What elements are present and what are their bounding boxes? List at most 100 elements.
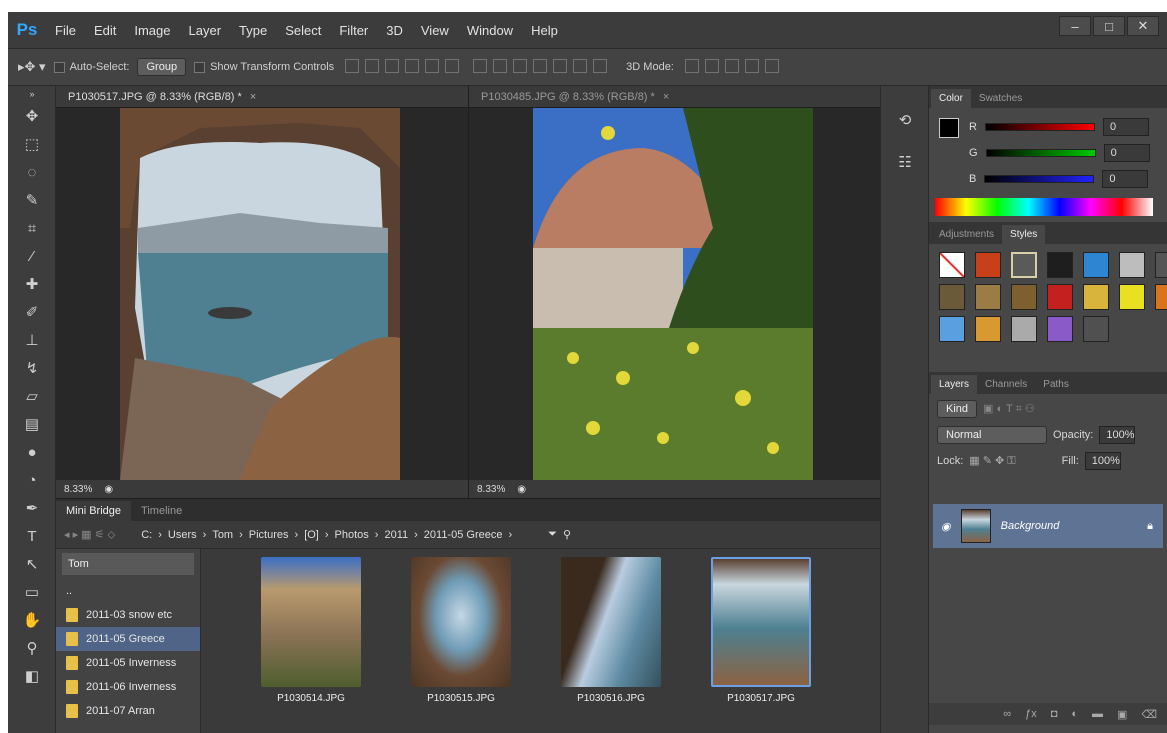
style-swatch[interactable] [1083, 316, 1109, 342]
style-swatch[interactable] [1011, 316, 1037, 342]
info-icon[interactable]: ◉ [104, 484, 113, 495]
mask-icon[interactable]: ◘ [1051, 708, 1058, 720]
menu-window[interactable]: Window [458, 23, 522, 38]
filter-icon[interactable]: ⏷ [548, 528, 557, 541]
tab-styles[interactable]: Styles [1002, 225, 1046, 244]
style-swatch[interactable] [939, 316, 965, 342]
menu-filter[interactable]: Filter [330, 23, 377, 38]
filter-icons[interactable]: ▣ ◐ T ⌗ ⚇ [983, 402, 1035, 416]
style-swatch[interactable] [1047, 284, 1073, 310]
menu-3d[interactable]: 3D [377, 23, 412, 38]
type-icon[interactable]: T [8, 522, 56, 550]
folder-root-select[interactable]: Tom [62, 553, 194, 575]
fill-value[interactable]: 100% [1084, 452, 1121, 470]
r-slider[interactable] [984, 123, 1095, 131]
gradient-icon[interactable]: ▤ [8, 410, 56, 438]
distribute-icons[interactable] [470, 58, 610, 76]
pen-icon[interactable]: ✒ [8, 494, 56, 522]
move-tool-icon[interactable]: ▸✥ ▾ [18, 59, 46, 75]
brush-icon[interactable]: ✐ [8, 298, 56, 326]
tab-swatches[interactable]: Swatches [971, 89, 1030, 108]
hand-icon[interactable]: ✋ [8, 606, 56, 634]
color-spectrum[interactable] [935, 198, 1153, 216]
b-slider[interactable] [984, 175, 1095, 183]
style-swatch[interactable] [1083, 284, 1109, 310]
tab-timeline[interactable]: Timeline [131, 501, 192, 521]
style-none-swatch[interactable] [939, 252, 965, 278]
style-swatch[interactable] [975, 252, 1001, 278]
close-tab-icon[interactable]: × [250, 91, 256, 103]
folder-item[interactable]: 2011-05 Inverness [56, 651, 200, 675]
link-icon[interactable]: ∞ [1003, 708, 1011, 720]
3d-mode-icons[interactable] [682, 58, 782, 76]
path-5[interactable]: Photos [335, 529, 369, 541]
dodge-icon[interactable]: ◔ [8, 466, 56, 494]
style-swatch[interactable] [1119, 284, 1145, 310]
doc-tab-1[interactable]: P1030517.JPG @ 8.33% (RGB/8) * × [56, 86, 468, 108]
style-swatch[interactable] [939, 284, 965, 310]
close-button[interactable]: ✕ [1127, 16, 1159, 36]
tab-paths[interactable]: Paths [1035, 375, 1077, 394]
canvas-1[interactable] [56, 108, 468, 480]
path-4[interactable]: [O] [304, 529, 319, 541]
path-2[interactable]: Tom [212, 529, 233, 541]
kind-filter[interactable]: Kind [937, 400, 978, 418]
b-value[interactable]: 0 [1102, 170, 1149, 188]
style-swatch[interactable] [1155, 284, 1167, 310]
blur-icon[interactable]: ● [8, 438, 56, 466]
properties-icon[interactable]: ☷ [881, 148, 929, 176]
history-brush-icon[interactable]: ↯ [8, 354, 56, 382]
thumbnail[interactable]: P1030514.JPG [261, 557, 361, 704]
info-icon[interactable]: ◉ [517, 484, 526, 495]
path-6[interactable]: 2011 [384, 529, 408, 541]
style-swatch[interactable] [975, 284, 1001, 310]
g-slider[interactable] [985, 149, 1096, 157]
style-swatch[interactable] [1047, 316, 1073, 342]
zoom-2[interactable]: 8.33% [477, 484, 505, 495]
style-swatch[interactable] [1119, 252, 1145, 278]
doc-tab-2[interactable]: P1030485.JPG @ 8.33% (RGB/8) * × [469, 86, 880, 108]
style-swatch[interactable] [1155, 252, 1167, 278]
style-swatch[interactable] [1011, 252, 1037, 278]
menu-file[interactable]: File [46, 23, 85, 38]
blend-mode-select[interactable]: Normal [937, 426, 1047, 444]
minimize-button[interactable]: – [1059, 16, 1091, 36]
tab-mini-bridge[interactable]: Mini Bridge [56, 501, 132, 521]
layer-row-background[interactable]: ◉ Background 🔒︎ [933, 504, 1163, 548]
group-select[interactable]: Group [137, 58, 187, 76]
move-icon[interactable]: ✥ [8, 102, 56, 130]
folder-item[interactable]: 2011-06 Inverness [56, 675, 200, 699]
tab-layers[interactable]: Layers [931, 375, 978, 394]
menu-select[interactable]: Select [276, 23, 330, 38]
auto-select-checkbox[interactable]: Auto-Select: [53, 61, 129, 73]
style-swatch[interactable] [1083, 252, 1109, 278]
path-3[interactable]: Pictures [249, 529, 289, 541]
history-icon[interactable]: ⟲ [881, 106, 929, 134]
folder-item[interactable]: 2011-07 Arran [56, 699, 200, 723]
close-tab-icon[interactable]: × [663, 91, 669, 103]
eraser-icon[interactable]: ▱ [8, 382, 56, 410]
thumbnail[interactable]: P1030515.JPG [411, 557, 511, 704]
fx-icon[interactable]: ƒx [1025, 708, 1037, 720]
folder-item[interactable]: 2011-03 snow etc [56, 603, 200, 627]
style-swatch[interactable] [975, 316, 1001, 342]
g-value[interactable]: 0 [1103, 144, 1150, 162]
path-7[interactable]: 2011-05 Greece [424, 529, 503, 541]
lasso-icon[interactable]: ◌ [8, 158, 56, 186]
folder-item[interactable]: 2011-05 Greece [56, 627, 200, 651]
menu-layer[interactable]: Layer [180, 23, 231, 38]
trash-icon[interactable]: ⌫ [1141, 708, 1157, 721]
menu-help[interactable]: Help [522, 23, 567, 38]
menu-image[interactable]: Image [125, 23, 179, 38]
r-value[interactable]: 0 [1102, 118, 1149, 136]
thumbnail-selected[interactable]: P1030517.JPG [711, 557, 811, 704]
menu-type[interactable]: Type [230, 23, 276, 38]
tab-adjustments[interactable]: Adjustments [931, 225, 1002, 244]
style-swatch[interactable] [1011, 284, 1037, 310]
align-icons[interactable] [342, 58, 462, 76]
layer-name[interactable]: Background [1001, 520, 1060, 532]
marquee-icon[interactable]: ⬚ [8, 130, 56, 158]
style-swatch[interactable] [1047, 252, 1073, 278]
nav-icons[interactable]: ◂ ▸ ▦ ⚟ ⬦ [64, 528, 115, 542]
lock-icons[interactable]: ▦ ✎ ✥ ⚿ [969, 454, 1015, 468]
